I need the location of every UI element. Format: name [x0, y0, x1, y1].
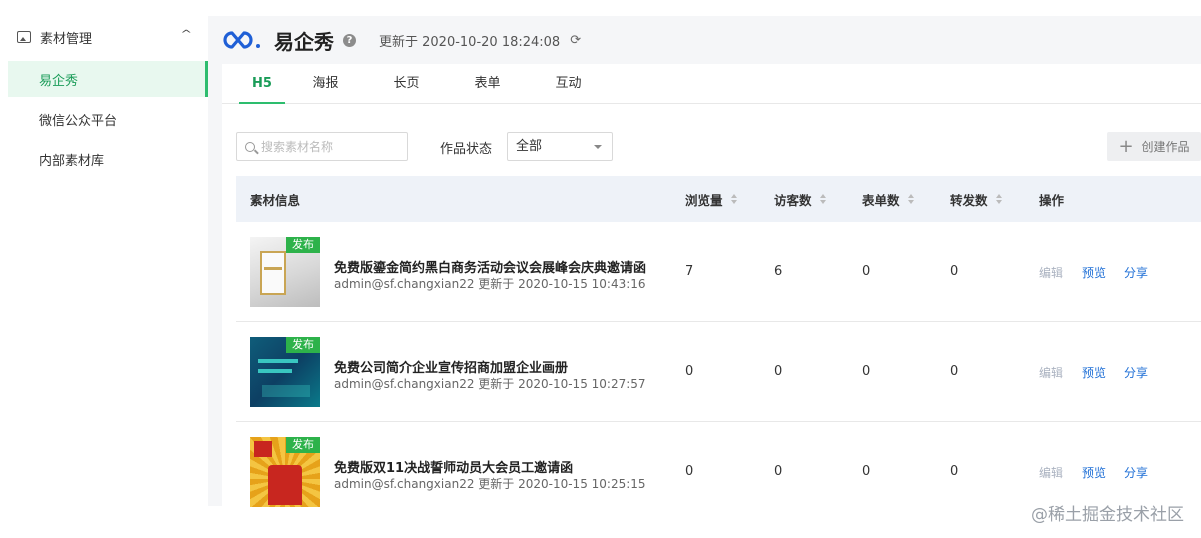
- forms-value: 0: [862, 364, 871, 379]
- table-row: 发布 免费版鎏金简约黑白商务活动会议会展峰会庆典邀请函 admin@sf.cha…: [236, 222, 1201, 322]
- material-title: 免费公司简介企业宣传招商加盟企业画册: [334, 361, 569, 376]
- status-badge: 发布: [286, 237, 320, 253]
- edit-link[interactable]: 编辑: [1039, 264, 1063, 281]
- edit-link[interactable]: 编辑: [1039, 464, 1063, 481]
- table-header: 素材信息 浏览量 访客数 表单数 转发数 操作: [236, 176, 1201, 222]
- col-header-visitors[interactable]: 访客数: [774, 190, 826, 209]
- visitors-value: 0: [774, 364, 783, 379]
- last-updated-text: 更新于 2020-10-20 18:24:08: [379, 34, 561, 50]
- share-link[interactable]: 分享: [1124, 264, 1148, 281]
- title-bar-graphic: [258, 359, 298, 363]
- shares-value: 0: [950, 364, 959, 379]
- caret-down-icon: [594, 145, 602, 149]
- material-title: 免费版双11决战誓师动员大会员工邀请函: [334, 461, 574, 476]
- sidebar: 素材管理 ^ 易企秀 微信公众平台 内部素材库: [0, 16, 208, 506]
- sidebar-item-label: 内部素材库: [39, 153, 105, 169]
- search-input[interactable]: [261, 139, 401, 154]
- sort-icon[interactable]: [730, 194, 737, 204]
- status-select[interactable]: 全部: [507, 132, 613, 161]
- eqxiu-logo-icon: [223, 31, 260, 49]
- table-row: 发布 免费版双11决战誓师动员大会员工邀请函 admin@sf.changxia…: [236, 422, 1201, 508]
- brand-name: 易企秀: [274, 29, 334, 54]
- search-box[interactable]: [236, 132, 408, 161]
- col-header-label: 操作: [1039, 192, 1065, 208]
- material-meta: admin@sf.changxian22 更新于 2020-10-15 10:2…: [334, 477, 646, 491]
- col-header-shares[interactable]: 转发数: [950, 190, 1002, 209]
- sidebar-item-eqxiu[interactable]: 易企秀: [8, 61, 208, 97]
- col-header-forms[interactable]: 表单数: [862, 190, 914, 209]
- number-block-graphic: [254, 441, 272, 457]
- material-thumbnail[interactable]: 发布: [250, 437, 320, 507]
- status-badge: 发布: [286, 437, 320, 453]
- shares-value: 0: [950, 464, 959, 479]
- col-header-label: 表单数: [862, 192, 900, 208]
- plus-icon: +: [1118, 135, 1134, 157]
- views-value: 7: [685, 264, 694, 279]
- tab-interactive[interactable]: 互动: [528, 64, 609, 103]
- content-panel: H5 海报 长页 表单 互动 作品状态 全部 + 创建作品 素材信息: [222, 64, 1201, 508]
- status-select-value: 全部: [516, 139, 543, 154]
- material-title: 免费版鎏金简约黑白商务活动会议会展峰会庆典邀请函: [334, 261, 647, 276]
- tab-long-page[interactable]: 长页: [366, 64, 447, 103]
- tab-bar: H5 海报 长页 表单 互动: [222, 64, 1201, 104]
- views-value: 0: [685, 464, 694, 479]
- figure-graphic: [268, 465, 302, 505]
- sort-icon[interactable]: [995, 194, 1002, 204]
- sort-icon[interactable]: [819, 194, 826, 204]
- visitors-value: 6: [774, 264, 783, 279]
- material-meta: admin@sf.changxian22 更新于 2020-10-15 10:2…: [334, 377, 646, 391]
- col-header-views[interactable]: 浏览量: [685, 190, 737, 209]
- sidebar-group-label: 素材管理: [40, 31, 93, 47]
- edit-link[interactable]: 编辑: [1039, 364, 1063, 381]
- share-link[interactable]: 分享: [1124, 364, 1148, 381]
- sort-icon[interactable]: [907, 194, 914, 204]
- col-header-info: 素材信息: [250, 190, 300, 209]
- tab-h5[interactable]: H5: [239, 64, 285, 104]
- main-area: 易企秀 ? 更新于 2020-10-20 18:24:08 ⟳ H5 海报 长页…: [208, 16, 1201, 508]
- sidebar-item-label: 微信公众平台: [39, 113, 118, 129]
- table-row: 发布 免费公司简介企业宣传招商加盟企业画册 admin@sf.changxian…: [236, 322, 1201, 422]
- views-value: 0: [685, 364, 694, 379]
- sidebar-item-internal-library[interactable]: 内部素材库: [8, 141, 208, 177]
- title-bar-graphic: [258, 369, 292, 373]
- watermark: @稀土掘金技术社区: [1031, 505, 1184, 525]
- toolbar: 作品状态 全部 + 创建作品: [222, 132, 1201, 162]
- tab-poster[interactable]: 海报: [285, 64, 366, 103]
- col-header-label: 浏览量: [685, 192, 723, 208]
- sidebar-item-wechat[interactable]: 微信公众平台: [8, 101, 208, 137]
- sidebar-group-material-management[interactable]: 素材管理 ^: [0, 16, 208, 58]
- forms-value: 0: [862, 464, 871, 479]
- tab-form[interactable]: 表单: [447, 64, 528, 103]
- preview-link[interactable]: 预览: [1082, 264, 1106, 281]
- create-work-button[interactable]: + 创建作品: [1107, 132, 1201, 161]
- refresh-icon[interactable]: ⟳: [570, 33, 581, 48]
- col-header-label: 访客数: [774, 192, 812, 208]
- chevron-up-icon[interactable]: ^: [180, 29, 192, 40]
- col-header-label: 素材信息: [250, 192, 301, 208]
- preview-link[interactable]: 预览: [1082, 464, 1106, 481]
- visitors-value: 0: [774, 464, 783, 479]
- material-meta: admin@sf.changxian22 更新于 2020-10-15 10:4…: [334, 277, 646, 291]
- col-header-actions: 操作: [1039, 190, 1064, 209]
- share-link[interactable]: 分享: [1124, 464, 1148, 481]
- material-table: 素材信息 浏览量 访客数 表单数 转发数 操作 发布 免费版鎏金简约黑白商务活动…: [236, 176, 1201, 508]
- col-header-label: 转发数: [950, 192, 988, 208]
- header: 易企秀 ? 更新于 2020-10-20 18:24:08 ⟳: [208, 16, 1201, 64]
- status-badge: 发布: [286, 337, 320, 353]
- image-icon: [17, 31, 31, 43]
- forms-value: 0: [862, 264, 871, 279]
- shares-value: 0: [950, 264, 959, 279]
- create-work-label: 创建作品: [1141, 140, 1190, 154]
- material-thumbnail[interactable]: 发布: [250, 337, 320, 407]
- gold-bar-graphic: [264, 267, 282, 270]
- preview-link[interactable]: 预览: [1082, 364, 1106, 381]
- sidebar-item-label: 易企秀: [39, 73, 79, 89]
- search-icon: [245, 141, 255, 152]
- status-filter-label: 作品状态: [440, 142, 493, 157]
- material-thumbnail[interactable]: 发布: [250, 237, 320, 307]
- band-graphic: [262, 385, 310, 397]
- help-icon[interactable]: ?: [343, 33, 356, 47]
- gold-frame-graphic: [260, 251, 286, 295]
